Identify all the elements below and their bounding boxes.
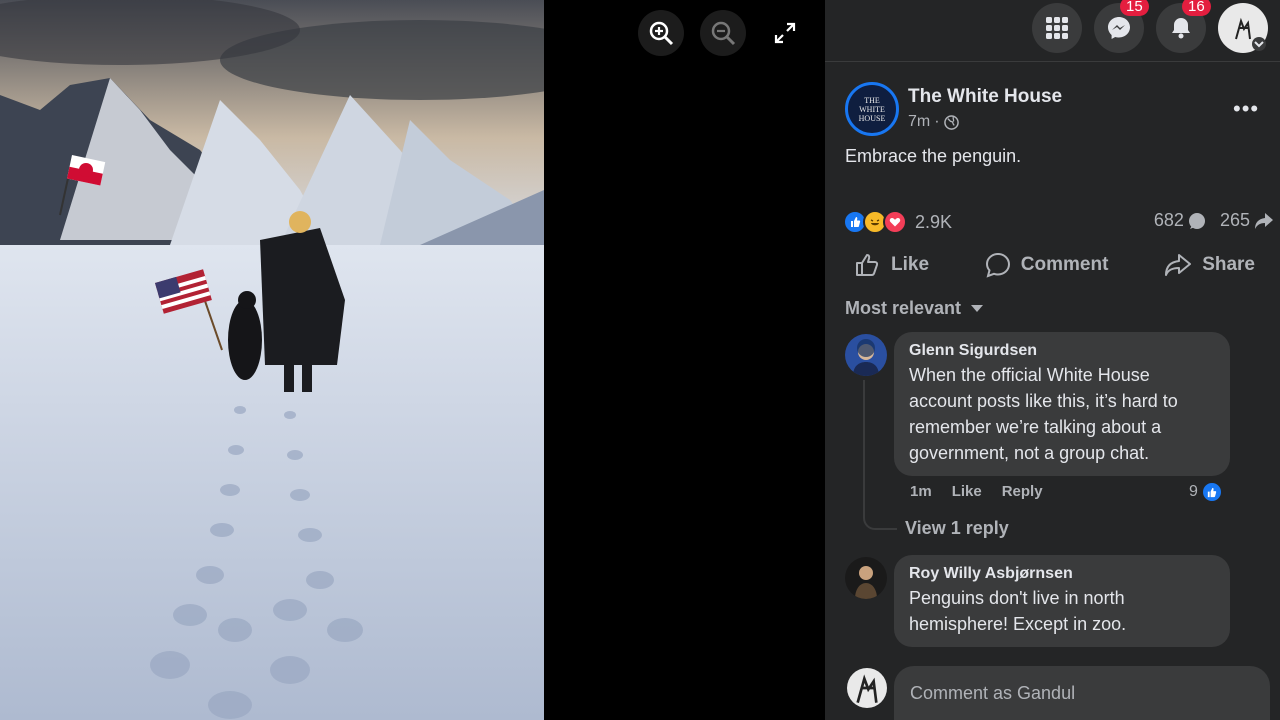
comment-count-value: 682 (1153, 210, 1184, 230)
messenger-button[interactable]: 15 (1094, 0, 1149, 53)
engagement-counts: 682 265 (1154, 210, 1274, 231)
post-panel: 15 16 THE WHITE HOUSE The White House 7m… (825, 0, 1280, 720)
commenter-avatar[interactable] (845, 334, 887, 376)
account-button[interactable] (1218, 3, 1268, 53)
comment-icon (985, 252, 1010, 278)
post-meta: 7m · (908, 113, 959, 131)
share-button[interactable]: Share (1154, 248, 1265, 282)
comment-bubble: Roy Willy Asbjørnsen Penguins don't live… (894, 555, 1230, 647)
comment-author[interactable]: Roy Willy Asbjørnsen (909, 565, 1214, 583)
comment-like-button[interactable]: Like (952, 483, 982, 500)
comment-author[interactable]: Glenn Sigurdsen (909, 342, 1214, 360)
zoom-out-icon (711, 21, 736, 46)
love-reaction-icon (883, 210, 907, 234)
zoom-in-button[interactable] (638, 10, 684, 56)
comment-likes[interactable]: 9 (1189, 481, 1223, 503)
photo-viewer (0, 0, 825, 720)
share-icon (1165, 254, 1192, 276)
zoom-in-icon (649, 21, 674, 46)
share-count-value: 265 (1219, 210, 1250, 230)
messenger-badge: 15 (1120, 0, 1149, 16)
more-options-icon[interactable]: ••• (1233, 96, 1259, 122)
current-user-avatar[interactable] (847, 668, 887, 708)
comment-button[interactable]: Comment (975, 248, 1119, 282)
sort-label: Most relevant (845, 298, 962, 318)
menu-button[interactable] (1032, 3, 1082, 53)
comment-text: Penguins don't live in north hemisphere!… (909, 588, 1127, 634)
view-replies-link[interactable]: View 1 reply (905, 518, 1009, 539)
reactions-summary[interactable]: 2.9K (843, 210, 952, 234)
comment-reply-button[interactable]: Reply (1002, 483, 1043, 500)
comment-sort-dropdown[interactable]: Most relevant (845, 298, 984, 319)
comment-meta: 1m Like Reply (910, 483, 1043, 500)
like-label: Like (891, 254, 930, 275)
chevron-down-icon (1252, 37, 1266, 51)
top-bar: 15 16 (825, 0, 1280, 62)
commenter-avatar[interactable] (845, 557, 887, 599)
comment-input[interactable] (894, 666, 1270, 720)
comment-count[interactable]: 682 (1154, 210, 1206, 231)
fullscreen-icon (774, 22, 796, 44)
reply-thread-line (863, 380, 897, 530)
comment-likes-count: 9 (1189, 483, 1198, 500)
page-name[interactable]: The White House (908, 86, 1062, 108)
like-button[interactable]: Like (845, 248, 939, 282)
thumbs-up-icon (856, 254, 879, 276)
reaction-count: 2.9K (915, 211, 953, 232)
post-time[interactable]: 7m (908, 113, 930, 131)
page-avatar[interactable]: THE WHITE HOUSE (845, 82, 899, 136)
comment-bubble: Glenn Sigurdsen When the official White … (894, 332, 1230, 476)
caret-down-icon (971, 304, 984, 312)
meta-separator: · (934, 113, 940, 130)
notifications-badge: 16 (1182, 0, 1211, 16)
comment-time[interactable]: 1m (910, 483, 932, 500)
comment-bubble-icon (1188, 212, 1205, 229)
post-actions: Like Comment Share (845, 248, 1265, 282)
grid-menu-icon (1046, 17, 1068, 39)
post-photo (0, 0, 544, 720)
profile-avatar-icon (856, 674, 878, 704)
post-text: Embrace the penguin. (845, 146, 1022, 166)
fullscreen-button[interactable] (762, 10, 808, 56)
page-avatar-text: THE WHITE HOUSE (858, 95, 886, 123)
comment-label: Comment (1020, 254, 1109, 275)
share-label: Share (1202, 254, 1255, 275)
share-count[interactable]: 265 (1220, 210, 1274, 231)
notifications-button[interactable]: 16 (1156, 0, 1211, 53)
share-arrow-icon (1255, 212, 1273, 229)
like-reaction-icon (1200, 481, 1223, 503)
comment-text: When the official White House account po… (909, 365, 1178, 463)
globe-icon (943, 114, 959, 130)
bell-icon (1172, 18, 1190, 39)
zoom-out-button[interactable] (700, 10, 746, 56)
messenger-icon (1108, 17, 1130, 39)
